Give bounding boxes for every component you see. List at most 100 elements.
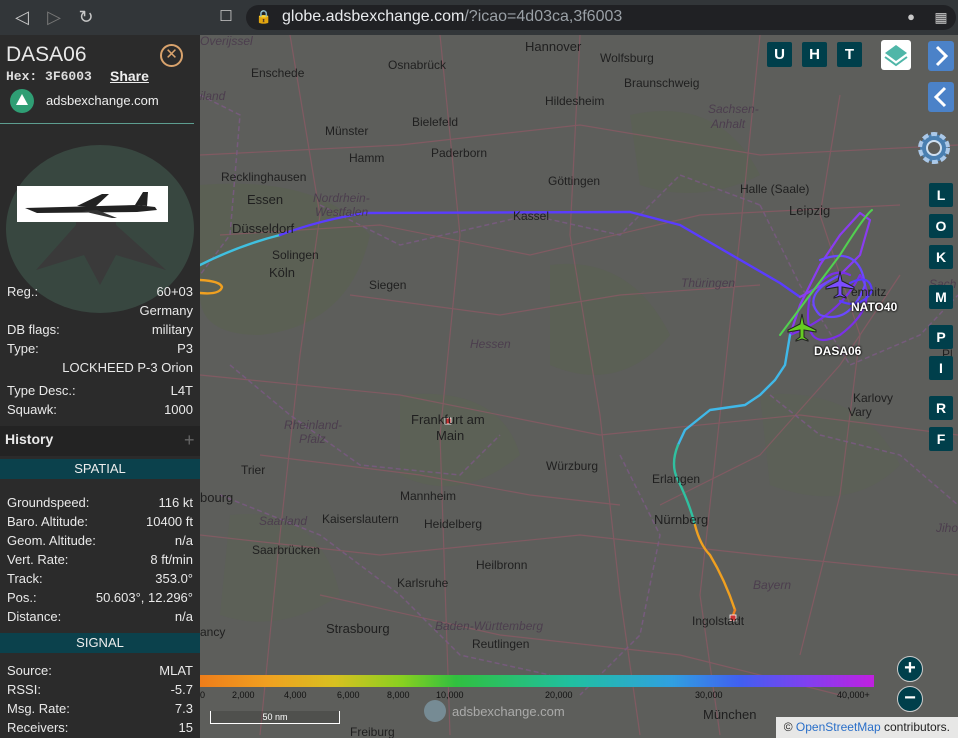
map-label: Hamm: [349, 151, 385, 165]
icao-filter-button[interactable]: I: [929, 356, 953, 380]
map-label: Bayern: [753, 578, 792, 592]
extensions-icon[interactable]: ▦: [931, 7, 951, 27]
legend-tick: 6,000: [337, 690, 360, 700]
map-label: Bielefeld: [412, 115, 459, 129]
legend-tick: 2,000: [232, 690, 255, 700]
legend-tick: 8,000: [387, 690, 410, 700]
replay-button[interactable]: R: [929, 396, 953, 420]
map-label: Erlangen: [652, 472, 701, 486]
track-labels-button[interactable]: K: [929, 245, 953, 269]
nato40-label[interactable]: NATO40: [851, 300, 897, 314]
map-label: München: [703, 707, 757, 722]
extended-labels-button[interactable]: O: [929, 214, 953, 238]
hex-code: Hex: 3F6003: [6, 69, 92, 84]
map-label: iland: [200, 89, 226, 103]
hide-sidebar-button[interactable]: H: [802, 42, 827, 67]
reload-icon[interactable]: ↻: [76, 7, 96, 27]
map-label: Pfalz: [299, 432, 326, 446]
expand-right-icon[interactable]: [928, 41, 954, 71]
legend-tick: 10,000: [436, 690, 464, 700]
map-label: Saarland: [259, 514, 308, 528]
map-label: Leipzig: [789, 203, 831, 218]
forward-icon[interactable]: ▷: [44, 7, 64, 27]
source-site-link[interactable]: adsbexchange.com: [46, 93, 159, 108]
settings-gear-icon[interactable]: [911, 125, 957, 171]
back-icon[interactable]: ◁: [12, 7, 32, 27]
aircraft-photo[interactable]: [17, 186, 168, 222]
legend-tick: 30,000: [695, 690, 723, 700]
lock-icon: 🔒: [255, 9, 273, 24]
blocked-popup-icon[interactable]: ●: [901, 7, 921, 27]
altitude-color-bar: [200, 675, 874, 687]
history-title: History: [5, 431, 54, 447]
labels-button[interactable]: L: [929, 183, 953, 207]
map-label: Vary: [848, 405, 872, 419]
legend-tick: 40,000+: [837, 690, 870, 700]
follow-button[interactable]: F: [929, 427, 953, 451]
map-label: Münster: [325, 124, 369, 138]
map-label: Paderborn: [431, 146, 488, 160]
bookmark-icon[interactable]: ☐: [216, 7, 236, 27]
persistence-button[interactable]: P: [929, 325, 953, 349]
map-label: Trier: [241, 463, 266, 477]
zoom-out-button[interactable]: −: [897, 686, 923, 712]
map-label: Karlovy: [853, 391, 894, 405]
history-header[interactable]: History +: [0, 426, 200, 456]
share-link[interactable]: Share: [110, 68, 149, 84]
map-label: Nordrhein-: [313, 191, 370, 205]
adsbexchange-watermark-icon: [424, 700, 446, 722]
dasa06-label[interactable]: DASA06: [814, 344, 861, 358]
map-label: emnitz: [851, 285, 887, 299]
collapse-left-icon[interactable]: [928, 82, 954, 112]
multiselect-button[interactable]: M: [929, 285, 953, 309]
legend-tick: 20,000: [545, 690, 573, 700]
scale-bar: 50 nm: [210, 711, 340, 724]
map-label: Hildesheim: [545, 94, 605, 108]
map-label: Würzburg: [546, 459, 599, 473]
map-label: Karlsruhe: [397, 576, 449, 590]
map-label: Freiburg: [350, 725, 395, 738]
zoom-in-button[interactable]: +: [897, 656, 923, 682]
map-label: Rheinland-: [284, 418, 343, 432]
map-label: Enschede: [251, 66, 305, 80]
map-label: Solingen: [272, 248, 319, 262]
map-view[interactable]: Overijssel Hannover Wolfsburg Osnabrück …: [200, 35, 958, 738]
units-button[interactable]: U: [767, 42, 792, 67]
map-label: Frankfurt am: [411, 412, 485, 427]
close-icon[interactable]: ✕: [160, 44, 183, 67]
map-label: Nürnberg: [654, 512, 709, 527]
osm-link[interactable]: OpenStreetMap: [796, 720, 881, 734]
layers-icon[interactable]: [881, 40, 911, 70]
divider: [0, 123, 194, 124]
map-background: [200, 35, 958, 738]
map-label: bourg: [200, 490, 234, 505]
watermark: adsbexchange.com: [424, 700, 574, 724]
map-attribution: © OpenStreetMap contributors.: [775, 717, 958, 738]
map-label: Reutlingen: [472, 637, 530, 651]
expand-plus-icon[interactable]: +: [184, 430, 195, 451]
map-label: Sachsen-: [708, 102, 759, 116]
browser-toolbar: ◁ ▷ ↻ ☐ 🔒 globe.adsbexchange.com/?icao=4…: [0, 0, 958, 35]
map-label: Düsseldorf: [232, 221, 295, 236]
legend-tick: 4,000: [284, 690, 307, 700]
map-label: Heidelberg: [424, 517, 483, 531]
map-label: Main: [436, 428, 465, 443]
map-label: Baden-Württemberg: [435, 619, 544, 633]
map-label: Wolfsburg: [600, 51, 654, 65]
map-label: Hessen: [470, 337, 511, 351]
map-label: Essen: [247, 192, 284, 207]
adsbexchange-logo-icon[interactable]: [10, 89, 34, 113]
map-label: Osnabrück: [388, 58, 447, 72]
map-label: ancy: [200, 625, 226, 639]
url-text[interactable]: globe.adsbexchange.com/?icao=4d03ca,3f60…: [282, 8, 622, 26]
map-label: Overijssel: [200, 35, 253, 48]
map-label: Saarbrücken: [252, 543, 321, 557]
map-label: Mannheim: [400, 489, 457, 503]
toggle-button[interactable]: T: [837, 42, 862, 67]
legend-tick: 0: [200, 690, 206, 700]
map-label: Hannover: [525, 39, 582, 54]
map-label: Kaiserslautern: [322, 512, 399, 526]
map-label: Braunschweig: [624, 76, 700, 90]
map-label: Köln: [269, 265, 296, 280]
callsign: DASA06: [6, 43, 87, 66]
